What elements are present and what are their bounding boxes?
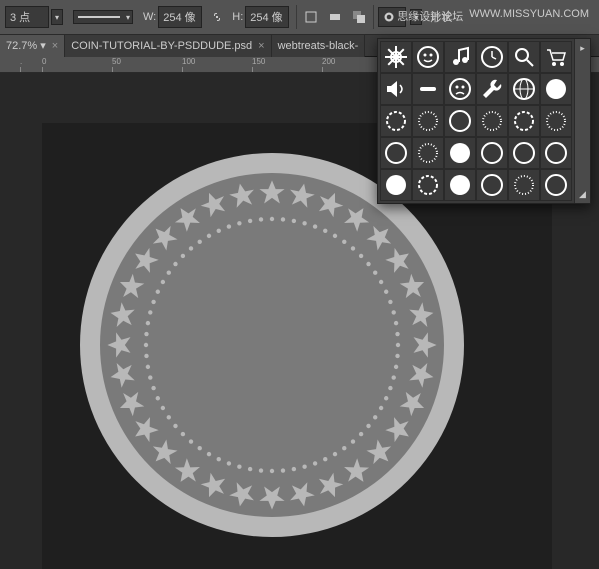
close-icon[interactable]: ×: [258, 40, 264, 52]
shape-wrench[interactable]: [476, 73, 508, 105]
shape-ring-dash[interactable]: [380, 105, 412, 137]
shape-ring2[interactable]: [476, 169, 508, 201]
panel-resize-icon[interactable]: ◢: [578, 189, 588, 199]
shape-circle3[interactable]: [380, 169, 412, 201]
close-icon[interactable]: ×: [52, 40, 58, 52]
shape-ring-dash3[interactable]: [412, 169, 444, 201]
shape-circle[interactable]: [540, 73, 572, 105]
link-wh-icon[interactable]: [209, 9, 225, 25]
panel-menu-icon[interactable]: ▸: [578, 43, 588, 53]
custom-shape-picker: ▸ ◢: [377, 38, 591, 204]
shape-circle4[interactable]: [444, 169, 476, 201]
path-arrange[interactable]: [349, 7, 369, 27]
path-align-1[interactable]: [301, 7, 321, 27]
shape-sound[interactable]: [380, 73, 412, 105]
shape-ring-thin[interactable]: [476, 137, 508, 169]
width-input[interactable]: 254 像: [158, 6, 202, 28]
path-align-2[interactable]: [325, 7, 345, 27]
stroke-style-preview[interactable]: ▾: [73, 10, 133, 24]
shape-ring-dots[interactable]: [412, 105, 444, 137]
height-input[interactable]: 254 像: [245, 6, 289, 28]
coin-shape[interactable]: [80, 153, 464, 537]
shape-ring-dots4[interactable]: [412, 137, 444, 169]
shape-ring-thick[interactable]: [508, 137, 540, 169]
shape-ring-dash2[interactable]: [508, 105, 540, 137]
divider: [373, 5, 374, 29]
shape-smiley[interactable]: [412, 41, 444, 73]
height-label: H:: [232, 11, 243, 23]
shape-ring-dots2[interactable]: [476, 105, 508, 137]
tab-coin-tutorial[interactable]: COIN-TUTORIAL-BY-PSDDUDE.psd×: [65, 35, 271, 57]
stroke-dropdown[interactable]: ▾: [51, 9, 63, 25]
shape-sad[interactable]: [444, 73, 476, 105]
shape-ring-dots5[interactable]: [508, 169, 540, 201]
shape-grid: [378, 39, 590, 203]
shape-ring3[interactable]: [540, 169, 572, 201]
shape-cart[interactable]: [540, 41, 572, 73]
shape-minus[interactable]: [412, 73, 444, 105]
tab-zoom[interactable]: 72.7% ▾×: [0, 35, 65, 57]
divider: [296, 5, 297, 29]
shape-ring[interactable]: [444, 105, 476, 137]
shape-ring-stars[interactable]: [380, 137, 412, 169]
shape-music[interactable]: [444, 41, 476, 73]
shape-circle2[interactable]: [444, 137, 476, 169]
shape-search[interactable]: [508, 41, 540, 73]
stroke-width-input[interactable]: 3 点: [5, 6, 49, 28]
watermark: 思缘设计论坛 WWW.MISSYUAN.COM: [397, 8, 589, 24]
tab-webtreats[interactable]: webtreats-black-: [272, 35, 366, 57]
shape-gear[interactable]: [380, 41, 412, 73]
panel-scrollbar[interactable]: ▸ ◢: [574, 39, 590, 203]
shape-globe[interactable]: [508, 73, 540, 105]
shape-ring-seg[interactable]: [540, 137, 572, 169]
width-label: W:: [143, 11, 156, 23]
shape-clock[interactable]: [476, 41, 508, 73]
shape-ring-dots3[interactable]: [540, 105, 572, 137]
